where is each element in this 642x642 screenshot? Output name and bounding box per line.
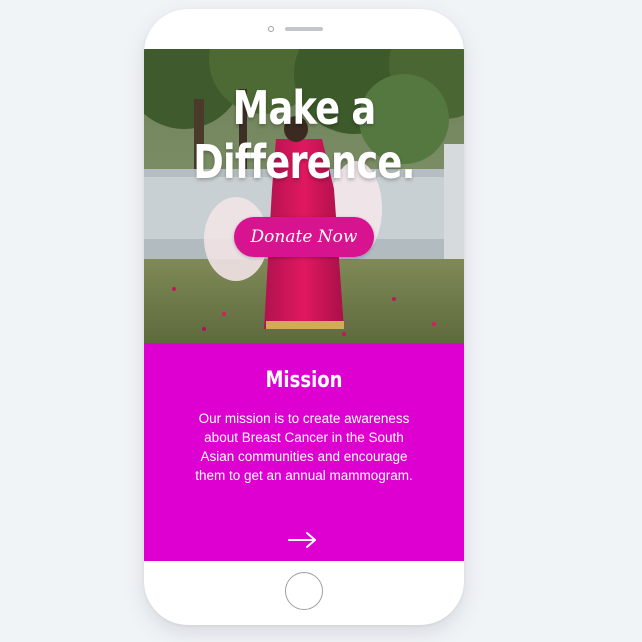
phone-mockup: Make a Difference. Donate Now Mission Ou… bbox=[144, 9, 464, 625]
speaker-grille bbox=[285, 27, 323, 31]
mission-section: Mission Our mission is to create awarene… bbox=[144, 343, 464, 561]
headline-line-2: Difference. bbox=[193, 135, 415, 189]
headline-line-1: Make a bbox=[232, 81, 377, 135]
phone-screen: Make a Difference. Donate Now Mission Ou… bbox=[144, 49, 464, 561]
front-camera bbox=[268, 26, 274, 32]
mission-title: Mission bbox=[265, 368, 343, 393]
donate-now-button[interactable]: Donate Now bbox=[234, 217, 374, 257]
hero-section: Make a Difference. Donate Now bbox=[144, 49, 464, 343]
hero-headline: Make a Difference. bbox=[176, 81, 432, 189]
home-button[interactable] bbox=[285, 572, 323, 610]
arrow-right-icon[interactable] bbox=[288, 531, 318, 549]
mission-description: Our mission is to create awareness about… bbox=[195, 411, 413, 483]
